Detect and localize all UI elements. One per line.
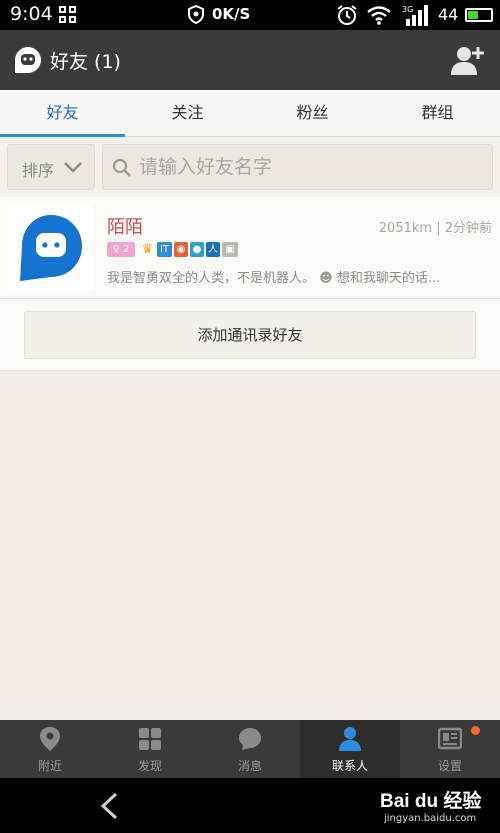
- chat-badge-icon: ●: [190, 242, 204, 257]
- status-bar: 9:04 0K/S 3G 44: [0, 0, 500, 30]
- level-badge: ♀ 2: [107, 242, 135, 257]
- app-header: 好友 (1): [0, 30, 500, 90]
- system-nav-bar: Bai du 经验 jingyan.baidu.com: [0, 778, 500, 833]
- nav-contacts-label: 联系人: [331, 759, 368, 773]
- tab-fans[interactable]: 粉丝: [250, 90, 375, 137]
- settings-card-icon: [438, 727, 462, 750]
- tab-following[interactable]: 关注: [125, 90, 250, 137]
- search-input[interactable]: [139, 151, 479, 183]
- battery-icon: [465, 8, 493, 22]
- nav-nearby[interactable]: 附近: [0, 720, 100, 778]
- page-title: 好友 (1): [50, 51, 121, 73]
- friend-signature-line: 我是智勇双全的人类，不是机器人。 ☻ 想和我聊天的话...: [107, 267, 495, 286]
- contact-person-icon: [339, 727, 361, 751]
- search-icon: [112, 158, 131, 177]
- tab-friends[interactable]: 好友: [0, 90, 125, 137]
- friend-time-ago: 2分钟前: [444, 221, 492, 236]
- bottom-nav: 附近 发现 消息 联系人 设置: [0, 720, 500, 778]
- person-badge-icon: 人: [206, 242, 220, 257]
- add-friend-icon[interactable]: [450, 44, 486, 76]
- sort-button[interactable]: 排序: [7, 144, 95, 190]
- add-contacts-button[interactable]: 添加通讯录好友: [24, 311, 476, 359]
- nav-discover[interactable]: 发现: [100, 720, 200, 778]
- search-box: [102, 144, 493, 190]
- sort-label: 排序: [22, 161, 55, 180]
- watermark-logo: Bai du 经验: [380, 791, 482, 812]
- nav-nearby-label: 附近: [37, 759, 62, 773]
- network-speed: 0K/S: [212, 5, 251, 23]
- notification-dot: [471, 726, 480, 735]
- status-time: 9:04: [10, 3, 53, 25]
- app-grid-icon: [59, 6, 77, 24]
- tab-groups[interactable]: 群组: [375, 90, 500, 137]
- discover-grid-icon: [139, 728, 161, 750]
- wifi-icon: [367, 6, 391, 25]
- add-contacts-area: 添加通讯录好友: [0, 299, 500, 371]
- it-badge-icon: IT: [157, 242, 172, 257]
- nav-contacts[interactable]: 联系人: [300, 720, 400, 778]
- location-pin-icon: [40, 727, 60, 751]
- baidu-watermark: Bai du 经验 jingyan.baidu.com: [380, 786, 495, 828]
- shield-icon: [188, 5, 204, 24]
- battery-fill: [468, 11, 478, 19]
- battery-level: 44: [438, 5, 459, 24]
- cell-signal-icon: 3G: [402, 5, 428, 26]
- status-person-icon: ☻: [319, 271, 333, 286]
- back-arrow-icon[interactable]: [98, 792, 120, 820]
- friends-toolbar: 排序: [0, 137, 500, 197]
- level-badge-value: 2: [123, 244, 130, 255]
- message-bubble-icon: [239, 728, 261, 750]
- watermark-url: jingyan.baidu.com: [384, 813, 477, 824]
- friend-list-item[interactable]: 陌陌 2051km | 2分钟前 ♀ 2 ♛ IT ◉ ● 人 ▣ 我是智勇双全…: [0, 197, 500, 299]
- friend-distance: 2051km: [378, 221, 433, 236]
- friend-status: 想和我聊天的话...: [336, 271, 441, 286]
- svg-text:3G: 3G: [402, 5, 413, 14]
- friend-distance-time: 2051km | 2分钟前: [378, 221, 492, 236]
- nav-messages[interactable]: 消息: [200, 720, 300, 778]
- friend-signature: 我是智勇双全的人类，不是机器人。: [107, 271, 316, 286]
- crown-icon: ♛: [141, 242, 154, 257]
- chevron-down-icon: [64, 162, 82, 173]
- nav-settings-label: 设置: [437, 759, 462, 773]
- nav-discover-label: 发现: [137, 759, 162, 773]
- nav-messages-label: 消息: [237, 759, 262, 773]
- weibo-badge-icon: ◉: [174, 242, 188, 257]
- friend-name: 陌陌: [107, 217, 143, 238]
- photo-badge-icon: ▣: [222, 242, 238, 257]
- friend-avatar: [8, 205, 93, 290]
- tab-bar: 好友 关注 粉丝 群组: [0, 90, 500, 137]
- nav-settings[interactable]: 设置: [400, 720, 500, 778]
- alarm-icon: [337, 5, 357, 25]
- momo-logo-icon: [15, 47, 41, 73]
